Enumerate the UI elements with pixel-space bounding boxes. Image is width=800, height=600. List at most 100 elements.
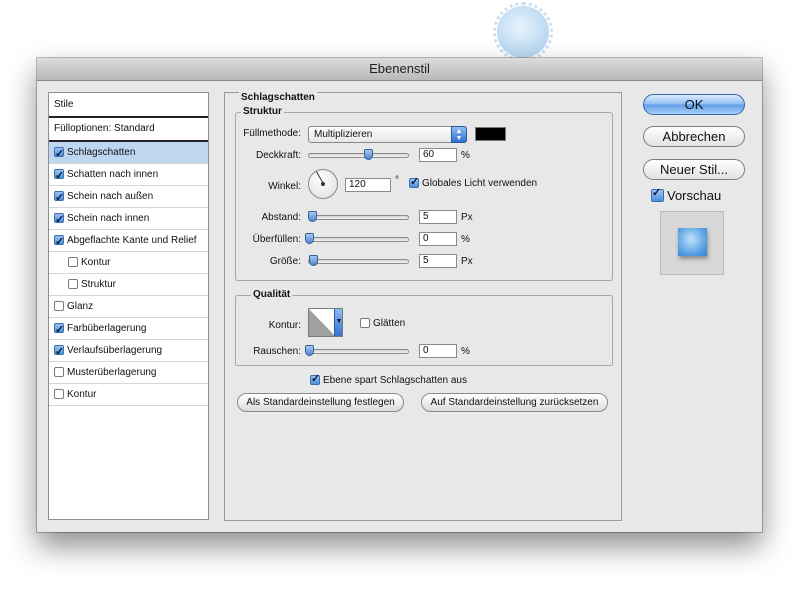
dialog-title: Ebenenstil <box>37 58 762 81</box>
style-list-item-label: Schlagschatten <box>67 147 136 158</box>
shadow-color-swatch[interactable] <box>475 127 506 141</box>
style-checkbox[interactable] <box>54 367 64 377</box>
global-light-label: Globales Licht verwenden <box>422 178 538 189</box>
angle-input[interactable]: 120 <box>345 178 391 192</box>
preview-label: Vorschau <box>667 188 722 203</box>
drop-shadow-preview-blob <box>493 2 553 62</box>
make-default-button[interactable]: Als Standardeinstellung festlegen <box>237 393 404 412</box>
style-list-item-label: Verlaufsüberlagerung <box>67 345 163 356</box>
style-checkbox[interactable] <box>68 257 78 267</box>
opacity-slider[interactable] <box>308 149 409 160</box>
style-list-item[interactable]: Schein nach innen <box>49 208 208 231</box>
style-checkbox[interactable] <box>54 188 64 209</box>
style-list-item[interactable]: Verlaufsüberlagerung <box>49 340 208 363</box>
style-list-item-label: Farbüberlagerung <box>67 323 147 334</box>
new-style-button[interactable]: Neuer Stil... <box>643 159 745 180</box>
slider-knob[interactable] <box>309 255 318 266</box>
style-list-item-label: Struktur <box>81 279 117 290</box>
style-list-item-label: Schein nach innen <box>67 213 150 224</box>
style-list-item-label: Kontur <box>67 389 97 400</box>
antialias-checkbox[interactable] <box>360 318 370 328</box>
antialias-label: Glätten <box>373 318 406 329</box>
style-checkbox[interactable] <box>54 144 64 165</box>
structure-title: Struktur <box>241 106 284 117</box>
noise-input[interactable]: 0 <box>419 344 457 358</box>
noise-unit: % <box>461 346 470 357</box>
style-list-item[interactable]: Schlagschatten <box>49 142 208 165</box>
styles-list-header[interactable]: Stile <box>49 93 208 118</box>
quality-group: Qualität Kontur: ▼ Glätten Rauschen: 0 % <box>235 289 613 366</box>
style-list-item-label: Glanz <box>67 301 94 312</box>
opacity-input[interactable]: 60 <box>419 148 457 162</box>
angle-label: Winkel: <box>268 181 301 192</box>
size-input[interactable]: 5 <box>419 254 457 268</box>
style-list-item[interactable]: Struktur <box>49 274 208 296</box>
size-slider[interactable] <box>308 255 409 266</box>
style-list-item[interactable]: Schein nach außen <box>49 186 208 209</box>
blend-mode-value: Multiplizieren <box>314 129 373 140</box>
noise-label: Rauschen: <box>253 346 301 357</box>
preview-option[interactable]: Vorschau <box>651 186 722 203</box>
style-list-item-label: Schatten nach innen <box>67 169 159 180</box>
opacity-label: Deckkraft: <box>255 150 301 161</box>
distance-slider[interactable] <box>308 211 409 222</box>
noise-slider[interactable] <box>305 345 409 356</box>
global-light-checkbox[interactable] <box>409 175 419 188</box>
styles-list: Stile Fülloptionen: Standard Schlagschatt… <box>48 92 209 520</box>
style-list-item[interactable]: Musterüberlagerung <box>49 362 208 384</box>
style-checkbox[interactable] <box>54 320 64 341</box>
style-list-item[interactable]: Kontur <box>49 252 208 274</box>
style-list-item[interactable]: Abgeflachte Kante und Relief <box>49 230 208 253</box>
contour-dropdown-icon: ▼ <box>334 309 342 336</box>
section-title: Schlagschatten <box>239 92 317 103</box>
select-stepper-icon: ▲ ▼ <box>451 126 467 143</box>
knockout-checkbox[interactable] <box>310 372 320 385</box>
style-checkbox[interactable] <box>68 279 78 289</box>
structure-group: Struktur Füllmethode: Multiplizieren ▲ ▼ … <box>235 106 613 281</box>
style-checkbox[interactable] <box>54 342 64 363</box>
knockout-option[interactable]: Ebene spart Schlagschatten aus <box>310 372 467 386</box>
contour-label: Kontur: <box>268 320 301 331</box>
spread-unit: % <box>461 234 470 245</box>
angle-unit: ° <box>395 175 399 186</box>
style-list-item-label: Fülloptionen: Standard <box>54 123 155 134</box>
contour-picker[interactable]: ▼ <box>308 308 343 337</box>
style-list-item[interactable]: Farbüberlagerung <box>49 318 208 341</box>
slider-knob[interactable] <box>305 345 314 356</box>
style-checkbox[interactable] <box>54 166 64 187</box>
slider-knob[interactable] <box>305 233 314 244</box>
style-checkbox[interactable] <box>54 389 64 399</box>
drop-shadow-panel: Schlagschatten Struktur Füllmethode: Mul… <box>224 92 622 521</box>
style-list-item[interactable]: Glanz <box>49 296 208 318</box>
style-list-item[interactable]: Schatten nach innen <box>49 164 208 187</box>
style-checkbox[interactable] <box>54 301 64 311</box>
reset-default-button[interactable]: Auf Standardeinstellung zurücksetzen <box>421 393 608 412</box>
slider-knob[interactable] <box>364 149 373 160</box>
blend-mode-select[interactable]: Multiplizieren ▲ ▼ <box>308 126 467 143</box>
style-checkbox[interactable] <box>54 232 64 253</box>
antialias-option[interactable]: Glätten <box>360 318 405 329</box>
spread-input[interactable]: 0 <box>419 232 457 246</box>
style-list-item-label: Kontur <box>81 257 111 268</box>
style-preview <box>660 211 724 275</box>
global-light-option[interactable]: Globales Licht verwenden <box>409 175 538 189</box>
style-checkbox[interactable] <box>54 210 64 231</box>
slider-knob[interactable] <box>308 211 317 222</box>
preview-checkbox[interactable] <box>651 186 664 202</box>
ok-button[interactable]: OK <box>643 94 745 115</box>
knockout-label: Ebene spart Schlagschatten aus <box>323 375 467 386</box>
angle-dial[interactable] <box>308 169 338 199</box>
preview-thumbnail <box>678 228 707 256</box>
quality-title: Qualität <box>251 289 293 300</box>
style-list-item-label: Schein nach außen <box>67 191 154 202</box>
style-list-item-label: Abgeflachte Kante und Relief <box>67 235 197 246</box>
distance-input[interactable]: 5 <box>419 210 457 224</box>
cancel-button[interactable]: Abbrechen <box>643 126 745 147</box>
style-list-item[interactable]: Kontur <box>49 384 208 406</box>
distance-label: Abstand: <box>261 212 301 223</box>
spread-label: Überfüllen: <box>252 234 301 245</box>
style-list-item[interactable]: Fülloptionen: Standard <box>49 118 208 142</box>
size-unit: Px <box>461 256 473 267</box>
spread-slider[interactable] <box>305 233 409 244</box>
size-label: Größe: <box>269 256 301 267</box>
